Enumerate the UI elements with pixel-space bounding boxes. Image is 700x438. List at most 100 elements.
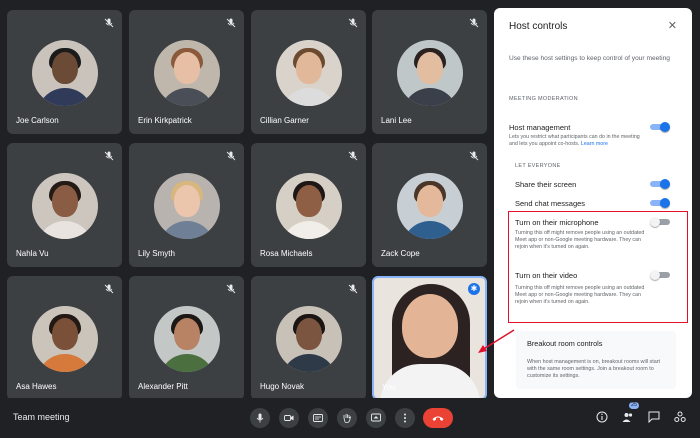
camera-button[interactable] [279, 408, 299, 428]
end-call-button[interactable] [423, 408, 453, 428]
avatar-head [51, 318, 78, 350]
participant-name: Joe Carlson [16, 116, 59, 125]
mic-off-icon [104, 18, 114, 28]
avatar-body [280, 354, 337, 372]
avatar-body [280, 88, 337, 106]
participant-avatar [31, 173, 98, 239]
mic-off-icon [348, 18, 358, 28]
section-meeting-moderation: MEETING MODERATION [509, 96, 578, 102]
people-icon[interactable] [622, 411, 634, 423]
avatar-head [173, 52, 200, 84]
participant-avatar [31, 306, 98, 372]
host-management-title: Host management [509, 123, 571, 132]
avatar-body [36, 88, 93, 106]
participant-tile[interactable]: Hugo Novak [251, 276, 366, 400]
info-icon[interactable] [596, 411, 608, 423]
mic-off-icon [469, 151, 479, 161]
pin-icon[interactable]: ✱ [468, 283, 480, 295]
avatar-head [173, 185, 200, 217]
breakout-title: Breakout room controls [527, 339, 603, 348]
participant-name: Cillian Garner [260, 116, 309, 125]
chat-icon[interactable] [648, 411, 660, 423]
avatar-body [36, 354, 93, 372]
avatar-head [51, 185, 78, 217]
avatar-head [416, 52, 443, 84]
avatar-head [295, 318, 322, 350]
send-chat-toggle[interactable] [650, 198, 670, 208]
breakout-description: When host management is on, breakout roo… [527, 359, 661, 379]
avatar-body [158, 88, 215, 106]
more-options-button[interactable] [395, 408, 415, 428]
participant-tile[interactable]: Lani Lee [372, 10, 487, 134]
participant-tile[interactable]: Alexander Pitt [129, 276, 244, 400]
avatar-body [401, 221, 458, 239]
avatar-body [280, 221, 337, 239]
captions-button[interactable] [308, 408, 328, 428]
participant-avatar [31, 40, 98, 106]
hand-icon [343, 414, 352, 423]
activities-icon[interactable] [674, 411, 686, 423]
meeting-name: Team meeting [13, 412, 70, 422]
host-management-toggle[interactable] [650, 122, 670, 132]
share-screen-toggle[interactable] [650, 179, 670, 189]
participant-tile[interactable]: Erin Kirkpatrick [129, 10, 244, 134]
avatar-body [36, 221, 93, 239]
self-video-tile[interactable]: ✱ You [372, 276, 487, 400]
avatar-head [416, 185, 443, 217]
mic-off-icon [226, 151, 236, 161]
mic-off-icon [469, 18, 479, 28]
self-face [402, 294, 458, 358]
avatar-head [173, 318, 200, 350]
breakout-room-controls[interactable]: Breakout room controls When host managem… [516, 331, 676, 389]
participant-tile[interactable]: Rosa Michaels [251, 143, 366, 267]
participant-tile[interactable]: Nahla Vu [7, 143, 122, 267]
arrow-icon [478, 329, 515, 353]
participant-name: Rosa Michaels [260, 249, 313, 258]
camera-icon [284, 415, 294, 421]
captions-icon [313, 414, 323, 422]
learn-more-link[interactable]: Learn more [581, 141, 608, 147]
phone-hangup-icon [432, 416, 444, 421]
participant-tile[interactable]: Lily Smyth [129, 143, 244, 267]
mic-off-icon [226, 18, 236, 28]
participant-avatar [275, 173, 342, 239]
self-name: You [382, 383, 396, 392]
send-chat-title: Send chat messages [515, 199, 586, 208]
avatar-head [51, 52, 78, 84]
participant-count-badge: 25 [629, 402, 640, 409]
mic-off-icon [104, 284, 114, 294]
participant-name: Lani Lee [381, 116, 412, 125]
participant-name: Zack Cope [381, 249, 420, 258]
avatar-body [158, 221, 215, 239]
raise-hand-button[interactable] [337, 408, 357, 428]
microphone-icon [256, 413, 264, 423]
participant-avatar [396, 173, 463, 239]
mic-off-icon [348, 284, 358, 294]
avatar-head [295, 52, 322, 84]
participant-tile[interactable]: Zack Cope [372, 143, 487, 267]
host-management-description: Lets you restrict what participants can … [509, 134, 644, 148]
present-icon [371, 413, 381, 422]
participant-name: Alexander Pitt [138, 382, 188, 391]
participant-name: Hugo Novak [260, 382, 305, 391]
participant-tile[interactable]: Cillian Garner [251, 10, 366, 134]
present-button[interactable] [366, 408, 386, 428]
participant-avatar [153, 173, 220, 239]
microphone-button[interactable] [250, 408, 270, 428]
panel-description: Use these host settings to keep control … [509, 55, 670, 62]
participant-name: Lily Smyth [138, 249, 175, 258]
bottom-bar: Team meeting 25 [0, 398, 700, 438]
participant-avatar [275, 306, 342, 372]
participant-name: Asa Hawes [16, 382, 57, 391]
participant-tile[interactable]: Asa Hawes [7, 276, 122, 400]
close-icon[interactable]: ✕ [668, 19, 677, 32]
avatar-body [401, 88, 458, 106]
participant-name: Nahla Vu [16, 249, 49, 258]
avatar-head [295, 185, 322, 217]
mic-off-icon [348, 151, 358, 161]
participant-tile[interactable]: Joe Carlson [7, 10, 122, 134]
mic-off-icon [104, 151, 114, 161]
participant-avatar [275, 40, 342, 106]
participant-avatar [153, 40, 220, 106]
participant-avatar [396, 40, 463, 106]
